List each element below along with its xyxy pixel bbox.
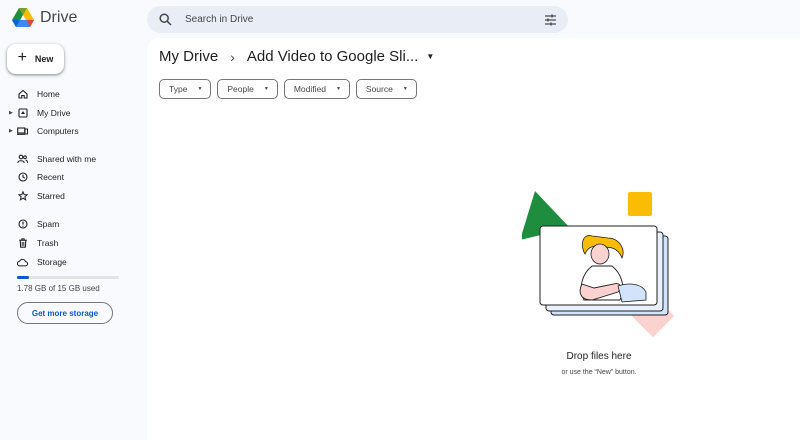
dropdown-arrow-icon: ▼ [263, 86, 269, 92]
drive-logo[interactable]: Drive [12, 8, 77, 28]
new-button-label: New [34, 54, 54, 64]
trash-icon [17, 238, 28, 249]
breadcrumb-current-folder[interactable]: Add Video to Google Sli... [247, 48, 419, 65]
sidebar-item-label: Home [37, 89, 60, 99]
plus-icon: + [17, 49, 27, 66]
drive-logo-icon [12, 8, 34, 27]
clock-icon [17, 172, 28, 183]
dropdown-arrow-icon: ▼ [197, 86, 203, 92]
search-input[interactable] [183, 13, 542, 26]
expand-arrow-icon[interactable]: ▶ [9, 110, 13, 116]
sidebar-item-label: Trash [37, 238, 59, 248]
empty-state-illustration [522, 191, 675, 338]
get-more-storage-button[interactable]: Get more storage [17, 302, 113, 324]
filter-people-chip[interactable]: People ▼ [217, 79, 278, 99]
empty-state-title: Drop files here [566, 351, 632, 362]
dropdown-arrow-icon: ▼ [402, 86, 408, 92]
storage-progress-fill [17, 276, 30, 279]
search-bar[interactable] [147, 6, 568, 33]
my-drive-icon [17, 108, 28, 119]
sidebar-item-label: Starred [37, 191, 65, 201]
filter-source-chip[interactable]: Source ▼ [355, 79, 417, 99]
filter-label: Source [365, 84, 393, 94]
dropdown-arrow-icon: ▼ [335, 86, 341, 92]
home-icon [17, 89, 28, 100]
filter-type-chip[interactable]: Type ▼ [159, 79, 212, 99]
new-button[interactable]: + New [7, 44, 64, 74]
spam-icon [17, 219, 28, 230]
shared-icon [17, 154, 28, 165]
breadcrumb: My Drive › Add Video to Google Sli... ▼ [159, 48, 434, 65]
computers-icon [17, 126, 28, 137]
main-content: My Drive › Add Video to Google Sli... ▼ … [147, 38, 800, 440]
breadcrumb-root[interactable]: My Drive [159, 48, 218, 65]
sidebar-item-label: Spam [37, 219, 60, 229]
breadcrumb-separator-icon: › [230, 48, 235, 65]
filter-chips: Type ▼ People ▼ Modified ▼ Source ▼ [159, 79, 417, 99]
sidebar-item-label: My Drive [37, 108, 71, 118]
storage-usage-text: 1.78 GB of 15 GB used [17, 284, 100, 293]
search-icon[interactable] [157, 12, 173, 28]
filter-modified-chip[interactable]: Modified ▼ [283, 79, 350, 99]
sidebar-item-label: Storage [37, 257, 67, 267]
cloud-icon [17, 257, 28, 268]
app-name: Drive [40, 9, 78, 26]
expand-arrow-icon[interactable]: ▶ [9, 128, 13, 134]
filter-label: Type [169, 84, 188, 94]
search-options-icon[interactable] [542, 12, 558, 28]
sidebar-item-label: Computers [37, 126, 79, 136]
sidebar-item-label: Recent [37, 172, 64, 182]
storage-progress-bar [17, 276, 119, 279]
empty-state-subtitle: or use the “New” button. [561, 369, 637, 376]
star-icon [17, 191, 28, 202]
filter-label: People [227, 84, 254, 94]
folder-menu-dropdown-icon[interactable]: ▼ [426, 52, 434, 61]
sidebar-item-label: Shared with me [37, 154, 97, 164]
filter-label: Modified [293, 84, 326, 94]
